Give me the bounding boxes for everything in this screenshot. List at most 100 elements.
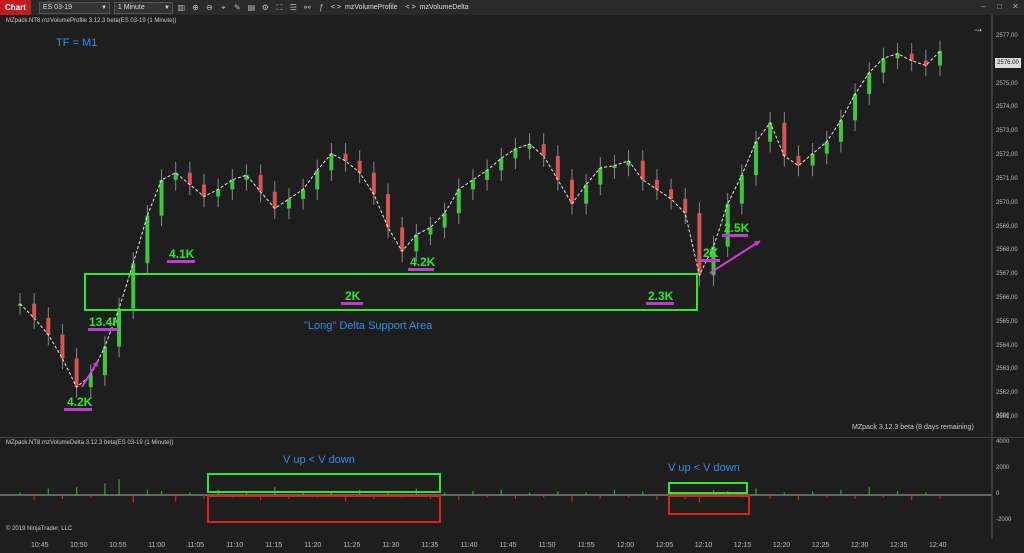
candle-body [654, 179, 659, 190]
time-tick-label: 11:50 [538, 542, 556, 549]
properties-icon[interactable]: ☰ [288, 2, 299, 13]
price-tick-label: 2566,00 [996, 294, 1018, 301]
zoom-out-icon[interactable]: ⊖ [204, 2, 215, 13]
indicators-icon[interactable]: ƒ [316, 2, 327, 13]
candle-body [60, 334, 65, 359]
price-tick-label: 2565,00 [996, 318, 1018, 325]
chart-toolbar: Chart ES 03-19 ▼ 1 Minute ▼ ▥ ⊕ ⊖ ⌖ ✎ ▤ … [0, 0, 1024, 16]
candle-body [768, 122, 773, 142]
copyright-text: © 2019 NinjaTrader, LLC [6, 526, 73, 532]
time-tick-label: 12:40 [929, 542, 947, 549]
price-tick-label: 2577,00 [996, 32, 1018, 39]
time-tick-label: 12:35 [889, 542, 908, 549]
price-tick-label: 2564,00 [996, 342, 1018, 349]
price-tick-label: 2562,00 [996, 390, 1018, 397]
indicator-tab-volume-profile[interactable]: mzVolumeProfile [345, 4, 398, 11]
time-tick-label: 11:35 [421, 542, 439, 549]
long-delta-support-box [84, 273, 698, 311]
candle-body [272, 191, 277, 209]
link-icon[interactable]: ⚯ [302, 2, 313, 13]
candle-body [570, 179, 574, 204]
nav-arrows-2[interactable]: < > [406, 4, 416, 11]
candle-body [357, 160, 362, 173]
chevron-down-icon: ▼ [100, 4, 107, 11]
delta-label-5: 4.2K [410, 255, 436, 269]
instrument-value: ES 03-19 [42, 3, 73, 11]
candle-body [329, 153, 334, 171]
volume-profile-label: MZpack.NT8.mzVolumeProfile 3.12.3 beta(E… [6, 18, 177, 24]
arrow-right-icon[interactable]: → [972, 22, 984, 34]
interval-selector[interactable]: 1 Minute ▼ [113, 1, 173, 14]
drawing-tools-icon[interactable]: ✎ [232, 2, 243, 13]
maximize-icon[interactable]: □ [994, 1, 1005, 12]
time-tick-label: 12:05 [655, 542, 674, 549]
price-tick-label: 2569,00 [996, 223, 1018, 230]
price-tick-label: 2572,00 [996, 152, 1018, 159]
delta-label-7: 2K [703, 246, 719, 260]
candle-body [145, 215, 150, 264]
cursor-icon[interactable]: ⌖ [218, 2, 229, 13]
time-tick-label: 11:40 [460, 542, 478, 549]
vup-box-right [668, 482, 748, 494]
price-chart [18, 15, 993, 437]
candle-body [442, 213, 447, 228]
candle-body [315, 170, 320, 190]
time-tick-label: 11:25 [343, 542, 361, 549]
templates-icon[interactable]: ⛶ [274, 2, 285, 13]
candle-body [513, 148, 518, 159]
volume-delta-panel[interactable]: MZpack.NT8.mzVolumeDelta 3.12.3 beta(ES … [0, 413, 1024, 549]
candle-body [102, 346, 107, 376]
candle-body [456, 189, 461, 214]
candle-body [697, 213, 702, 276]
delta-tick-label: 0 [996, 491, 1000, 497]
candle-body [46, 318, 51, 335]
candle-body [824, 141, 829, 154]
zoom-in-icon[interactable]: ⊕ [190, 2, 201, 13]
volume-delta-label: MZpack.NT8.mzVolumeDelta 3.12.3 beta(ES … [6, 440, 174, 446]
price-tick-label: 2574,00 [996, 104, 1018, 111]
data-box-icon[interactable]: ▤ [246, 2, 257, 13]
candle-body [598, 167, 603, 185]
bar-type-icon[interactable]: ▥ [176, 2, 187, 13]
time-tick-label: 12:10 [694, 542, 713, 549]
delta-tick-label: -2000 [996, 517, 1012, 523]
strategies-icon[interactable]: ⚙ [260, 2, 271, 13]
candle-body [853, 94, 858, 121]
delta-tick-label: 6000 [996, 413, 1010, 419]
price-tick-label: 2567,00 [996, 271, 1018, 278]
delta-underline-1 [64, 408, 92, 411]
candle-body [301, 189, 306, 199]
time-tick-label: 12:00 [616, 542, 635, 549]
delta-tick-label: 2000 [996, 465, 1010, 471]
time-tick-label: 11:10 [226, 542, 244, 549]
delta-label-2: 13.4K [89, 315, 122, 329]
delta-underline-8 [722, 234, 748, 237]
candle-body [371, 172, 376, 195]
minimize-icon[interactable]: – [978, 1, 989, 12]
instrument-selector[interactable]: ES 03-19 ▼ [38, 1, 110, 14]
candle-body [881, 58, 886, 73]
time-tick-label: 11:30 [382, 542, 400, 549]
price-panel[interactable]: MZpack.NT8.mzVolumeProfile 3.12.3 beta(E… [0, 15, 1024, 437]
chart-tab[interactable]: Chart [0, 0, 31, 15]
vup-box-left [207, 473, 441, 493]
support-area-label: "Long" Delta Support Area [304, 320, 433, 332]
candle-body [32, 303, 37, 319]
time-tick-label: 10:50 [70, 542, 88, 549]
time-axis: 10:45 10:50 10:55 11:00 11:05 11:10 11:15 11:20… [0, 539, 1024, 553]
delta-label-1: 4.2K [67, 395, 93, 409]
indicator-tab-volume-delta[interactable]: mzVolumeDelta [420, 4, 469, 11]
vdown-box-right [668, 495, 750, 515]
time-tick-label: 12:20 [772, 542, 791, 549]
price-tick-label: 2573,00 [996, 128, 1018, 135]
delta-label-3: 4.1K [169, 247, 195, 261]
price-tick-label: 2568,00 [996, 247, 1018, 254]
mzpack-status: MZpack 3.12.3 beta (8 days remaining) [852, 424, 974, 431]
time-tick-label: 12:30 [850, 542, 869, 549]
delta-underline-3 [167, 260, 195, 263]
volume-delta-chart [0, 438, 993, 540]
time-tick-label: 11:45 [499, 542, 517, 549]
time-tick-label: 12:25 [811, 542, 830, 549]
close-icon[interactable]: ✕ [1010, 1, 1021, 12]
nav-arrows[interactable]: < > [331, 4, 341, 11]
